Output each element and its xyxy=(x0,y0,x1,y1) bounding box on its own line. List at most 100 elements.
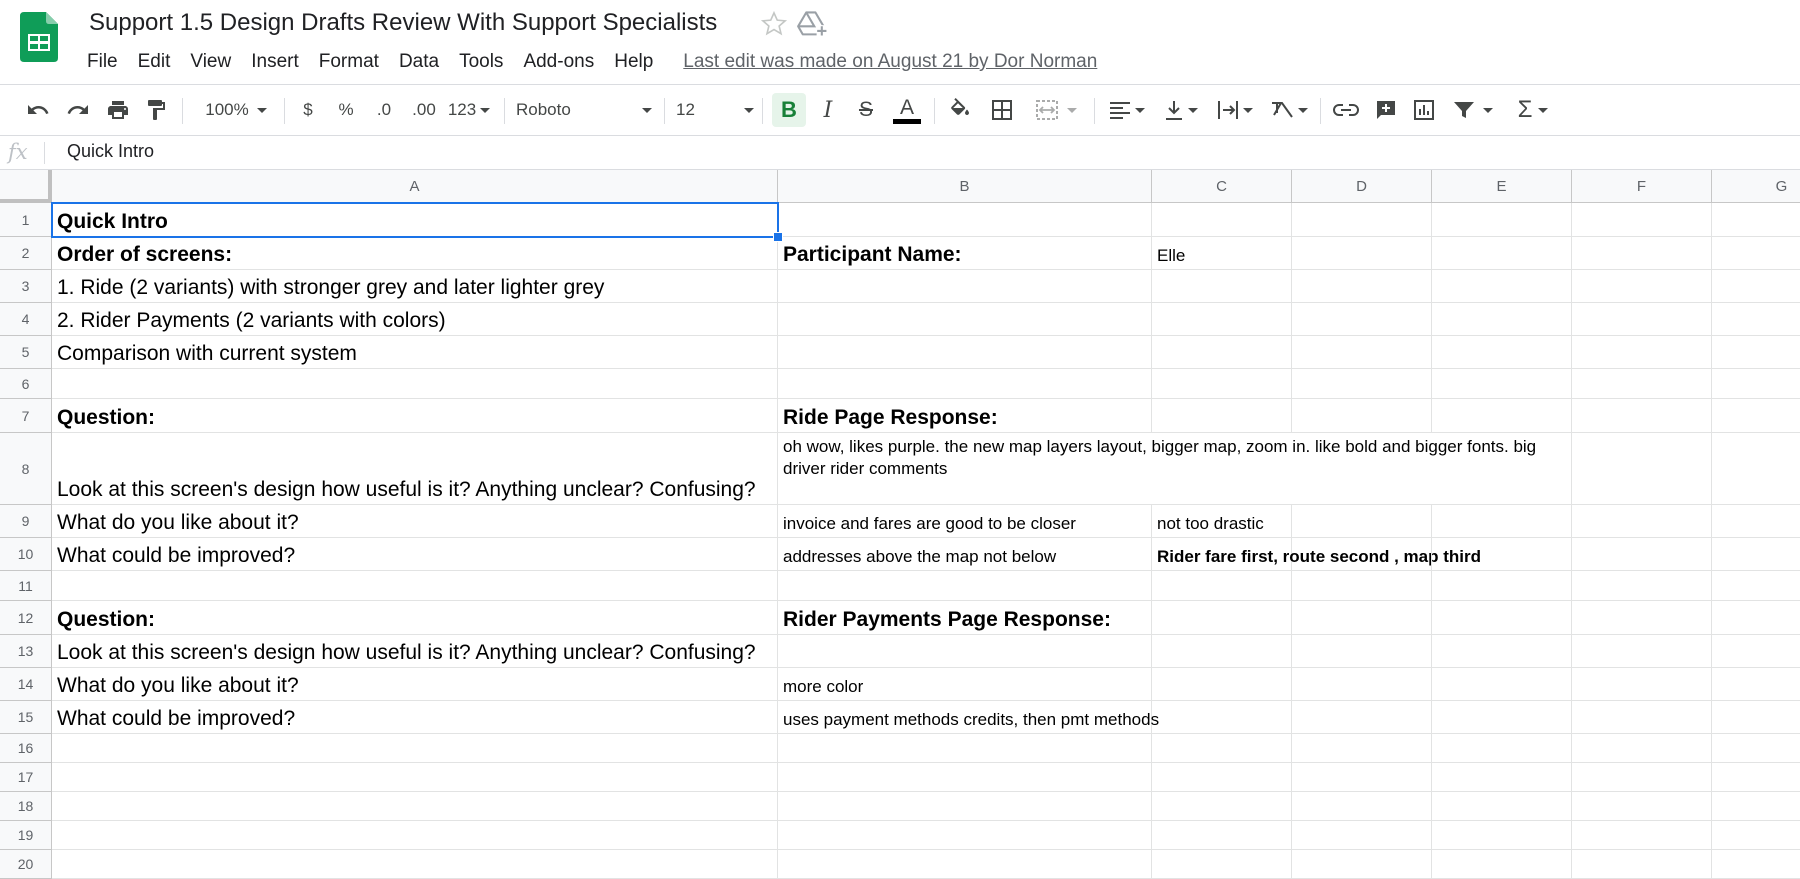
document-title[interactable]: Support 1.5 Design Drafts Review With Su… xyxy=(89,9,717,37)
cell-g13[interactable] xyxy=(1712,635,1800,668)
cell-f7[interactable] xyxy=(1572,399,1712,433)
cell-g14[interactable] xyxy=(1712,668,1800,701)
fill-handle[interactable] xyxy=(773,232,783,242)
row-header-14[interactable]: 14 xyxy=(0,668,52,701)
cell-c18[interactable] xyxy=(1152,792,1292,821)
cell-c6[interactable] xyxy=(1152,369,1292,399)
cell-d19[interactable] xyxy=(1292,821,1432,850)
cell-e20[interactable] xyxy=(1432,850,1572,879)
cell-a10[interactable]: What could be improved? xyxy=(52,538,778,571)
cell-d17[interactable] xyxy=(1292,763,1432,792)
cell-d4[interactable] xyxy=(1292,303,1432,336)
row-header-18[interactable]: 18 xyxy=(0,792,52,821)
formula-input[interactable]: Quick Intro xyxy=(67,141,154,162)
cell-a17[interactable] xyxy=(52,763,778,792)
cell-c15[interactable] xyxy=(1152,701,1292,734)
cell-f11[interactable] xyxy=(1572,571,1712,601)
cell-g7[interactable] xyxy=(1712,399,1800,433)
insert-link-button[interactable] xyxy=(1330,93,1362,127)
cell-g5[interactable] xyxy=(1712,336,1800,369)
cell-b13[interactable] xyxy=(778,635,1152,668)
column-header-a[interactable]: A xyxy=(52,170,778,203)
cell-g15[interactable] xyxy=(1712,701,1800,734)
cell-b3[interactable] xyxy=(778,270,1152,303)
cell-a7[interactable]: Question: xyxy=(52,399,778,433)
cell-b2[interactable]: Participant Name: xyxy=(778,237,1152,270)
cell-f4[interactable] xyxy=(1572,303,1712,336)
menu-file[interactable]: File xyxy=(87,51,118,73)
cell-b1[interactable] xyxy=(778,203,1152,237)
insert-comment-button[interactable] xyxy=(1370,93,1402,127)
row-header-2[interactable]: 2 xyxy=(0,237,52,270)
text-color-button[interactable]: A xyxy=(890,93,924,127)
cell-c12[interactable] xyxy=(1152,601,1292,635)
cell-a14[interactable]: What do you like about it? xyxy=(52,668,778,701)
vertical-align-button[interactable] xyxy=(1158,93,1204,127)
filter-button[interactable] xyxy=(1448,93,1498,127)
fill-color-button[interactable] xyxy=(944,93,976,127)
cell-e18[interactable] xyxy=(1432,792,1572,821)
cell-d20[interactable] xyxy=(1292,850,1432,879)
cell-f12[interactable] xyxy=(1572,601,1712,635)
cell-b17[interactable] xyxy=(778,763,1152,792)
move-to-drive-icon[interactable] xyxy=(797,10,827,38)
cell-c4[interactable] xyxy=(1152,303,1292,336)
cell-f13[interactable] xyxy=(1572,635,1712,668)
cell-g16[interactable] xyxy=(1712,734,1800,763)
cell-b19[interactable] xyxy=(778,821,1152,850)
last-edit-link[interactable]: Last edit was made on August 21 by Dor N… xyxy=(683,51,1097,73)
cell-g19[interactable] xyxy=(1712,821,1800,850)
cell-a20[interactable] xyxy=(52,850,778,879)
cell-b5[interactable] xyxy=(778,336,1152,369)
row-header-7[interactable]: 7 xyxy=(0,399,52,433)
row-header-16[interactable]: 16 xyxy=(0,734,52,763)
row-header-12[interactable]: 12 xyxy=(0,601,52,635)
print-button[interactable] xyxy=(102,93,134,127)
cell-f18[interactable] xyxy=(1572,792,1712,821)
cell-g2[interactable] xyxy=(1712,237,1800,270)
cell-g8[interactable] xyxy=(1712,433,1800,505)
cell-a19[interactable] xyxy=(52,821,778,850)
cell-g10[interactable] xyxy=(1712,538,1800,571)
cell-a6[interactable] xyxy=(52,369,778,399)
text-rotation-button[interactable] xyxy=(1266,93,1312,127)
cell-b20[interactable] xyxy=(778,850,1152,879)
merge-cells-button[interactable] xyxy=(1028,93,1084,127)
cell-e15[interactable] xyxy=(1432,701,1572,734)
cell-b9[interactable]: invoice and fares are good to be closer xyxy=(778,505,1152,538)
cell-d15[interactable] xyxy=(1292,701,1432,734)
cell-c14[interactable] xyxy=(1152,668,1292,701)
cell-a1[interactable]: Quick Intro xyxy=(52,203,778,237)
cell-b15[interactable]: uses payment methods credits, then pmt m… xyxy=(778,701,1159,734)
row-header-9[interactable]: 9 xyxy=(0,505,52,538)
cell-f2[interactable] xyxy=(1572,237,1712,270)
cell-a12[interactable]: Question: xyxy=(52,601,778,635)
cell-b16[interactable] xyxy=(778,734,1152,763)
column-header-b[interactable]: B xyxy=(778,170,1152,203)
cell-e5[interactable] xyxy=(1432,336,1572,369)
cell-d11[interactable] xyxy=(1292,571,1432,601)
cell-f10[interactable] xyxy=(1572,538,1712,571)
row-header-15[interactable]: 15 xyxy=(0,701,52,734)
cell-g6[interactable] xyxy=(1712,369,1800,399)
borders-button[interactable] xyxy=(986,93,1018,127)
format-currency-button[interactable]: $ xyxy=(296,93,320,127)
cell-g3[interactable] xyxy=(1712,270,1800,303)
font-family-select[interactable]: Roboto xyxy=(516,93,652,127)
cell-e17[interactable] xyxy=(1432,763,1572,792)
column-header-g[interactable]: G xyxy=(1712,170,1800,203)
cell-b6[interactable] xyxy=(778,369,1152,399)
strikethrough-button[interactable]: S xyxy=(850,93,882,127)
menu-tools[interactable]: Tools xyxy=(459,51,503,73)
cell-f14[interactable] xyxy=(1572,668,1712,701)
cell-f15[interactable] xyxy=(1572,701,1712,734)
cell-b4[interactable] xyxy=(778,303,1152,336)
cell-a5[interactable]: Comparison with current system xyxy=(52,336,778,369)
bold-button[interactable]: B xyxy=(772,93,806,127)
select-all-corner[interactable] xyxy=(0,170,52,203)
format-percent-button[interactable]: % xyxy=(334,93,358,127)
cell-c10[interactable]: Rider fare first, route second , map thi… xyxy=(1152,538,1481,571)
cell-e14[interactable] xyxy=(1432,668,1572,701)
menu-view[interactable]: View xyxy=(190,51,231,73)
menu-add-ons[interactable]: Add-ons xyxy=(523,51,594,73)
